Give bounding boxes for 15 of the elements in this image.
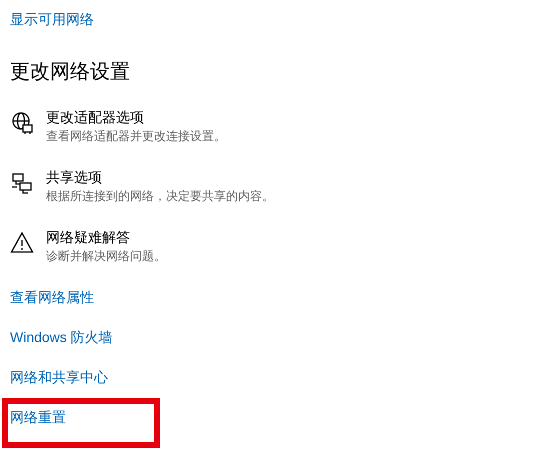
- option-title[interactable]: 更改适配器选项: [46, 108, 144, 127]
- option-title[interactable]: 共享选项: [46, 168, 102, 187]
- settings-link[interactable]: 网络重置: [10, 407, 66, 427]
- option-description: 根据所连接到的网络，决定要共享的内容。: [46, 188, 274, 205]
- settings-link[interactable]: Windows 防火墙: [10, 327, 113, 347]
- show-networks-link[interactable]: 显示可用网络: [10, 9, 94, 30]
- option-description: 诊断并解决网络问题。: [46, 248, 166, 265]
- section-heading: 更改网络设置: [10, 60, 130, 85]
- option-title[interactable]: 网络疑难解答: [46, 228, 130, 247]
- option-description: 查看网络适配器并更改连接设置。: [46, 128, 226, 145]
- settings-link[interactable]: 查看网络属性: [10, 287, 94, 307]
- settings-link[interactable]: 网络和共享中心: [10, 367, 108, 387]
- warning-icon: [10, 231, 34, 255]
- globe-icon: [10, 111, 34, 135]
- devices-icon: [10, 171, 34, 195]
